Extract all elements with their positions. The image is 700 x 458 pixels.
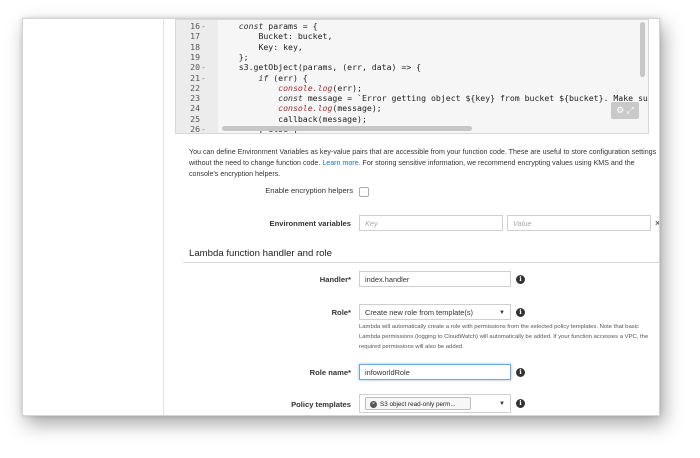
code-line[interactable]: 16- const params = { [176, 21, 648, 31]
code-editor[interactable]: 16- const params = {17 Bucket: bucket, 18… [175, 19, 649, 134]
chevron-down-icon: ▼ [499, 401, 505, 407]
code-text: s3.getObject(params, (err, data) => { [211, 62, 421, 72]
env-vars-description: You can define Environment Variables as … [189, 147, 657, 180]
line-number: 17 [190, 31, 200, 42]
code-text: console.log(message); [211, 103, 382, 113]
code-line[interactable]: 24 console.log(message); [176, 103, 648, 114]
editor-vertical-scrollbar[interactable] [640, 22, 645, 77]
fold-marker[interactable]: - [200, 62, 211, 72]
code-line[interactable]: 20- s3.getObject(params, (err, data) => … [176, 62, 648, 73]
code-text: console.log(err); [211, 83, 362, 93]
role-label: Role* [331, 308, 351, 317]
line-number: 16 [190, 21, 200, 31]
role-name-label: Role name* [309, 368, 351, 377]
role-select[interactable]: Create new role from template(s) ▼ [359, 304, 511, 320]
editor-settings-icon[interactable]: ⚙ ⤢ [611, 102, 639, 119]
encryption-helpers-checkbox[interactable] [359, 187, 369, 197]
section-title: Lambda function handler and role [189, 248, 332, 259]
code-line[interactable]: 21- if (err) { [176, 72, 648, 83]
role-name-input[interactable]: infoworldRole [359, 364, 511, 380]
role-info-icon[interactable]: i [516, 308, 525, 317]
handler-input[interactable]: index.handler [359, 271, 511, 287]
policy-templates-label: Policy templates [291, 400, 351, 409]
policy-template-chip[interactable]: × S3 object read-only perm... [365, 397, 471, 410]
code-rest: params = { [263, 21, 318, 31]
code-rest: s3.getObject(params, (err, data) => { [238, 62, 422, 73]
code-text: Key: key, [211, 41, 303, 52]
handler-label: Handler* [319, 275, 351, 284]
code-text: const params = { [211, 21, 318, 31]
code-text: const message = `Error getting object ${… [211, 93, 648, 104]
line-number: 23 [190, 93, 200, 104]
role-name-info-icon[interactable]: i [516, 368, 525, 377]
handler-info-icon[interactable]: i [516, 275, 525, 284]
line-number: 25 [190, 113, 200, 124]
keyword: if [258, 72, 269, 83]
keyword: const [238, 21, 264, 31]
policy-chip-label: S3 object read-only perm... [380, 401, 456, 408]
code-rest: (err) { [268, 72, 308, 83]
keyword: const [278, 93, 303, 104]
section-divider [183, 262, 659, 263]
line-number: 20 [190, 62, 200, 73]
env-value-input[interactable]: Value [507, 215, 651, 231]
code-text: }; [211, 52, 249, 62]
function-call: console.log [278, 103, 333, 114]
line-number: 22 [190, 82, 200, 93]
code-text: callback(message); [211, 114, 367, 124]
code-line[interactable]: 25 callback(message); [176, 113, 648, 124]
role-select-value: Create new role from template(s) [365, 308, 474, 317]
code-line[interactable]: 17 Bucket: bucket, [176, 31, 648, 42]
policy-info-icon[interactable]: i [516, 399, 525, 408]
code-line[interactable]: 23 const message = `Error getting object… [176, 93, 648, 104]
code-text: Bucket: bucket, [211, 31, 332, 41]
role-help-text: Lambda will automatically create a role … [359, 324, 649, 350]
chevron-down-icon: ▼ [499, 310, 505, 316]
code-rest: callback(message); [278, 113, 367, 124]
line-number: 19 [190, 51, 200, 62]
code-rest: (message); [332, 103, 382, 114]
code-line[interactable]: 18 Key: key, [176, 41, 648, 52]
code-line[interactable]: 19 }; [176, 51, 648, 62]
remove-chip-icon[interactable]: × [370, 400, 377, 408]
code-rest: Key: key, [258, 41, 303, 52]
line-number: 24 [190, 103, 200, 114]
encryption-helpers-label: Enable encryption helpers [265, 186, 353, 195]
left-panel [23, 19, 164, 415]
line-number: 21 [190, 72, 200, 83]
remove-env-var-icon[interactable]: × [655, 218, 659, 228]
fold-marker[interactable]: - [200, 73, 211, 83]
line-number: 26 [190, 124, 200, 134]
console-window: 16- const params = {17 Bucket: bucket, 18… [22, 18, 660, 416]
line-number: 18 [190, 41, 200, 52]
code-rest: message = `Error getting object ${key} f… [307, 93, 648, 104]
code-rest: Bucket: bucket, [258, 31, 333, 42]
function-call: console.log [278, 82, 333, 93]
editor-horizontal-scrollbar[interactable] [222, 126, 472, 131]
code-line[interactable]: 22 console.log(err); [176, 82, 648, 93]
env-key-input[interactable]: Key [359, 215, 503, 231]
fold-marker[interactable]: - [200, 124, 211, 133]
code-text: if (err) { [211, 72, 308, 83]
env-vars-label: Environment variables [269, 219, 351, 228]
learn-more-link[interactable]: Learn more. [322, 159, 360, 167]
fold-marker[interactable]: - [200, 21, 211, 31]
function-config-panel: 16- const params = {17 Bucket: bucket, 18… [175, 19, 659, 415]
code-rest: }; [238, 51, 249, 62]
code-rest: (err); [332, 82, 362, 93]
